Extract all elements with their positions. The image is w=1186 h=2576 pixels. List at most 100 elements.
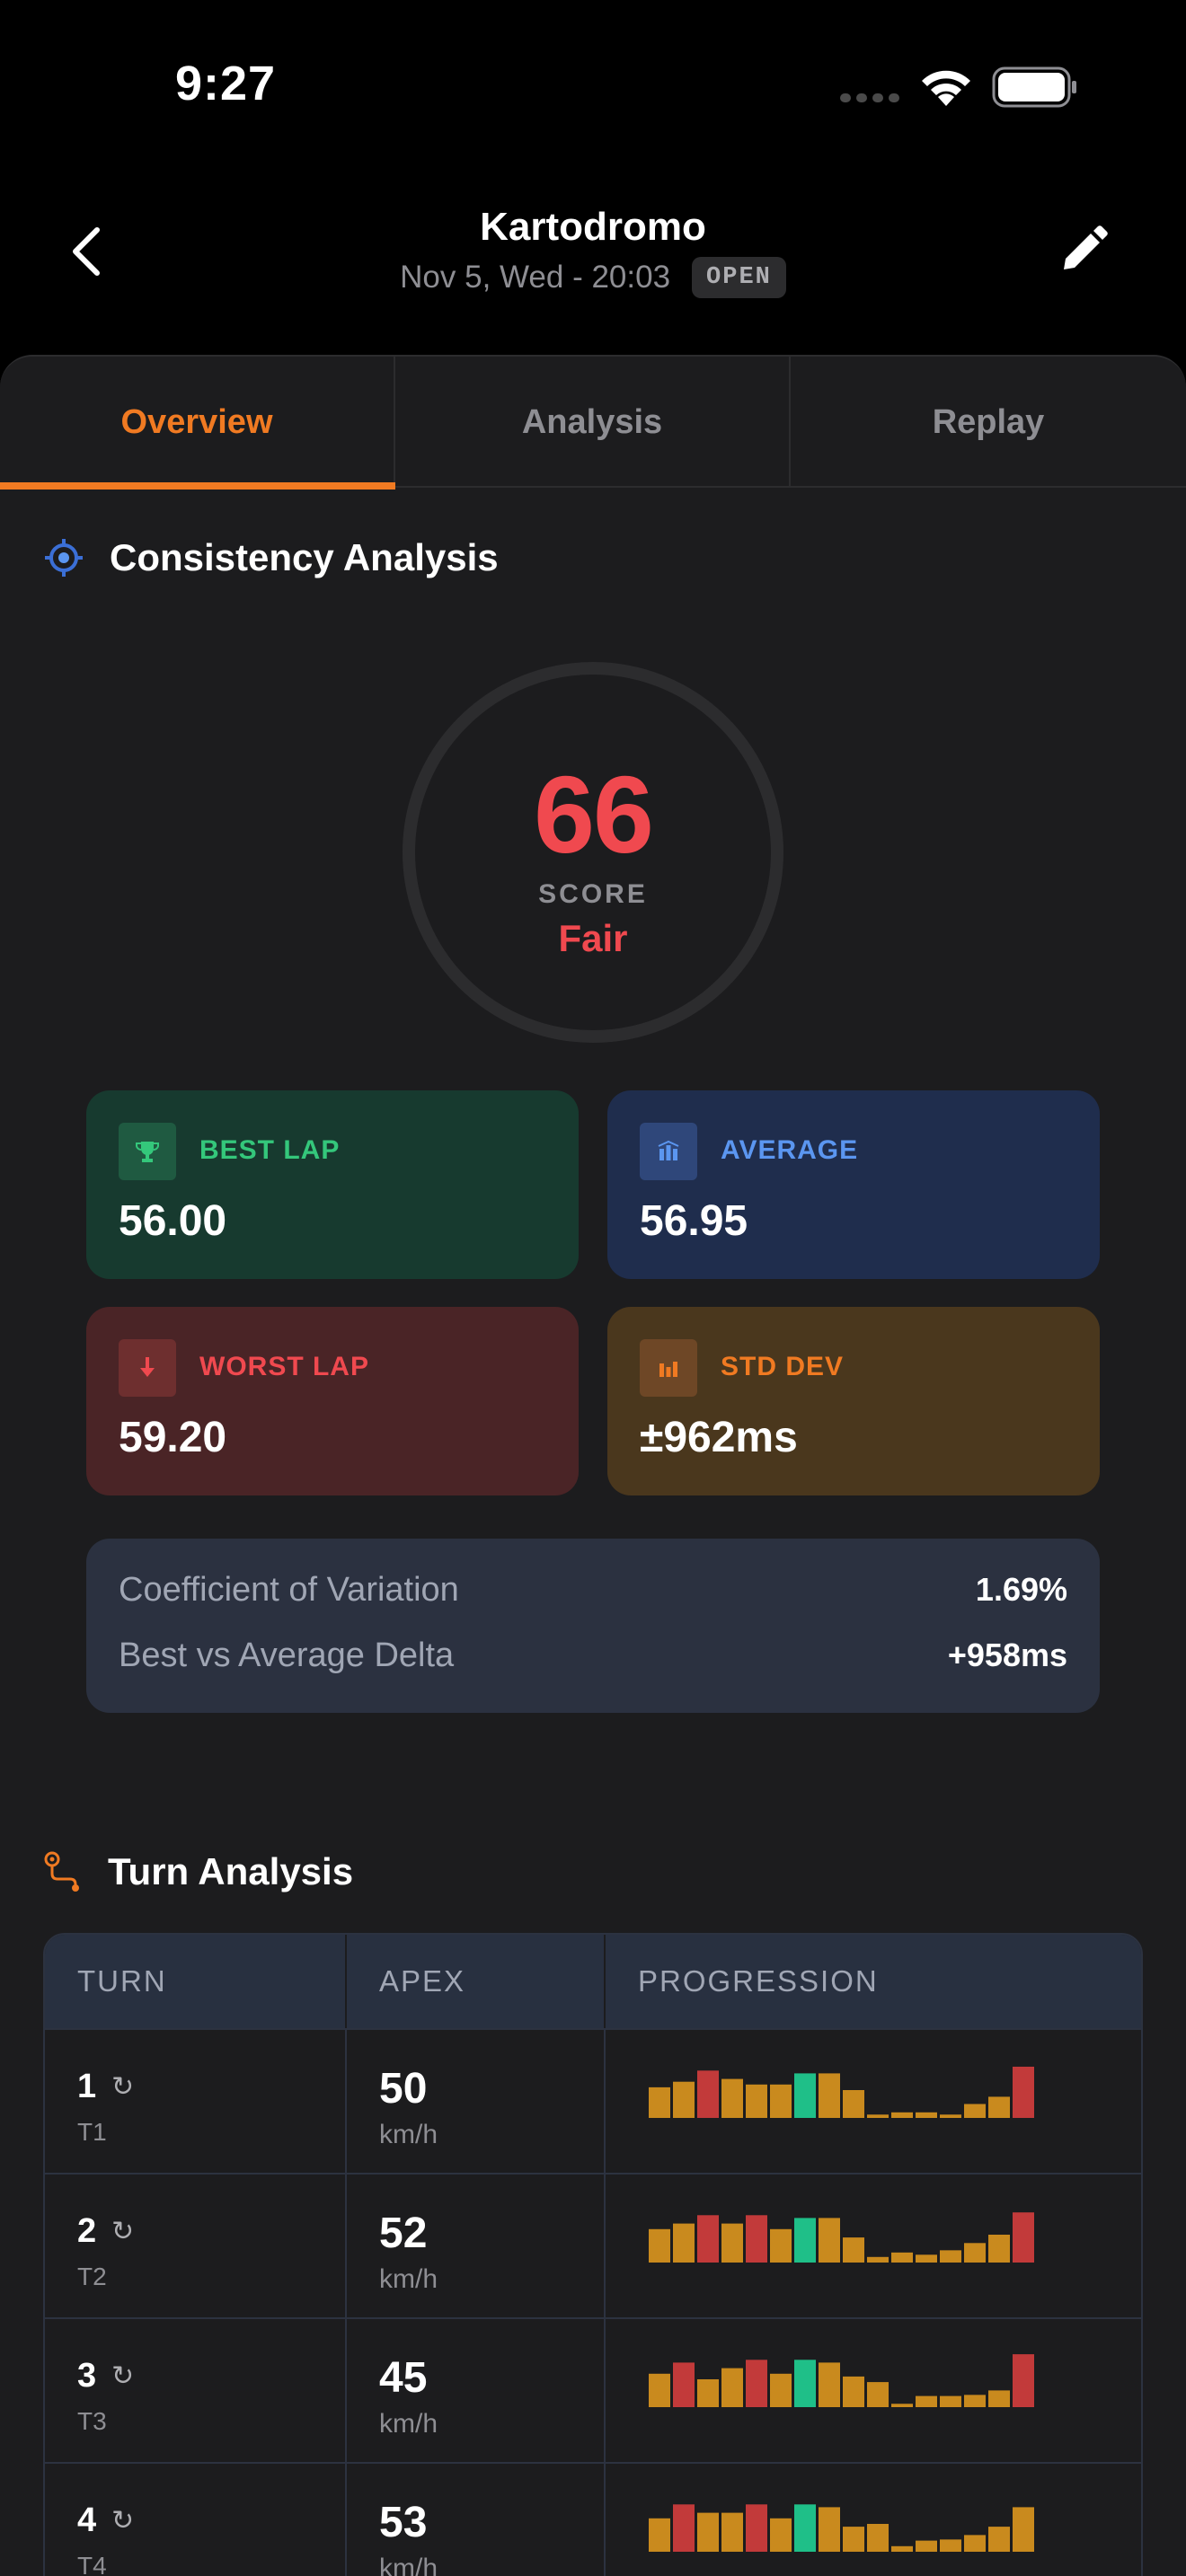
tab-overview[interactable]: Overview	[0, 357, 395, 490]
apex-cell: 45 km/h	[347, 2319, 606, 2463]
progression-bar	[1013, 2354, 1034, 2407]
progression-bar	[988, 2096, 1010, 2118]
metric-row: Best vs Average Delta +958ms	[119, 1636, 1067, 1675]
progression-bar	[916, 2254, 937, 2263]
apex-speed: 45	[379, 2354, 428, 2402]
progression-bar	[964, 2395, 986, 2407]
progression-bar	[843, 2527, 864, 2552]
progression-bar	[721, 2223, 743, 2263]
progression-bar	[721, 2368, 743, 2407]
apex-cell: 52 km/h	[347, 2175, 606, 2318]
progression-bar	[697, 2215, 719, 2263]
progression-bar	[649, 2228, 670, 2263]
consistency-metrics: Coefficient of Variation 1.69% Best vs Ave…	[86, 1539, 1100, 1713]
turn-name: T4	[77, 2552, 107, 2576]
score-value: 66	[534, 754, 654, 876]
worst-lap-value: 59.20	[119, 1414, 227, 1461]
progression-bar	[794, 2360, 816, 2407]
progression-bar	[819, 2218, 840, 2263]
progression-bar	[649, 2518, 670, 2552]
metric-row: Coefficient of Variation 1.69%	[119, 1571, 1067, 1610]
turn-direction-icon: ↻	[111, 2072, 135, 2102]
bar-chart-icon	[640, 1123, 697, 1180]
tab-replay[interactable]: Replay	[791, 357, 1186, 488]
progression-bar	[988, 2527, 1010, 2552]
apex-unit: km/h	[379, 2264, 438, 2294]
worst-lap-label: WORST LAP	[199, 1352, 369, 1381]
consistency-title: Consistency Analysis	[110, 536, 499, 578]
status-time: 9:27	[175, 57, 277, 110]
turn-number: 3	[77, 2357, 97, 2395]
progression-bar	[867, 2256, 889, 2263]
metric-value: 1.69%	[975, 1571, 1067, 1608]
progression-bar	[673, 2223, 695, 2263]
column-header-progression[interactable]: PROGRESSION	[606, 1935, 1141, 2028]
progression-cell	[606, 2319, 1141, 2463]
progression-bar	[964, 2104, 986, 2118]
progression-bar	[916, 2112, 937, 2118]
progression-bar	[891, 2112, 913, 2118]
turn-name: T2	[77, 2263, 107, 2290]
session-date: Nov 5, Wed - 20:03	[400, 260, 671, 295]
progression-bar	[940, 2395, 961, 2407]
turn-cell: 3 ↻ T3	[45, 2319, 347, 2463]
progression-bar	[746, 2360, 767, 2407]
apex-cell: 53 km/h	[347, 2464, 606, 2576]
progression-bar	[988, 2235, 1010, 2263]
table-row[interactable]: 2 ↻ T2 52 km/h	[45, 2173, 1141, 2318]
progression-bar	[964, 2243, 986, 2263]
wifi-icon	[922, 70, 970, 106]
table-row[interactable]: 3 ↻ T3 45 km/h	[45, 2317, 1141, 2463]
progression-bar	[673, 2504, 695, 2552]
progression-bar	[746, 2084, 767, 2118]
session-subtitle: Nov 5, Wed - 20:03 OPEN	[0, 257, 1186, 298]
column-header-turn[interactable]: TURN	[45, 1935, 347, 2028]
apex-unit: km/h	[379, 2554, 438, 2576]
progression-sparkline	[649, 2354, 1034, 2407]
progression-bar	[649, 2086, 670, 2118]
progression-bar	[916, 2395, 937, 2407]
progression-bar	[940, 2539, 961, 2552]
turn-cell: 4 ↻ T4	[45, 2464, 347, 2576]
std-dev-value: ±962ms	[640, 1414, 798, 1461]
score-rating: Fair	[558, 917, 628, 959]
turn-number: 1	[77, 2068, 97, 2105]
trophy-icon	[119, 1123, 176, 1180]
table-row[interactable]: 1 ↻ T1 50 km/h	[45, 2028, 1141, 2174]
pencil-icon[interactable]	[1058, 225, 1109, 275]
progression-bar	[988, 2390, 1010, 2407]
progression-bar	[697, 2070, 719, 2118]
progression-bar	[1013, 2066, 1034, 2118]
apex-speed: 52	[379, 2210, 428, 2257]
progression-bar	[673, 2362, 695, 2407]
status-bar: 9:27	[0, 0, 1186, 171]
turn-table: TURN APEX PROGRESSION 1 ↻ T1 50 km/h 2 ↻ T2 52 km…	[43, 1933, 1143, 2576]
progression-bar	[794, 2073, 816, 2118]
tab-bar: Overview Analysis Replay	[0, 357, 1186, 490]
route-pin-icon	[44, 1851, 79, 1892]
table-row[interactable]: 4 ↻ T4 53 km/h	[45, 2462, 1141, 2576]
target-icon	[45, 539, 83, 577]
std-dev-card: STD DEV ±962ms	[607, 1307, 1100, 1495]
best-lap-card: BEST LAP 56.00	[86, 1090, 579, 1279]
progression-bar	[819, 2362, 840, 2407]
progression-bar	[1013, 2507, 1034, 2552]
status-badge: OPEN	[692, 257, 786, 298]
battery-icon	[992, 66, 1076, 108]
progression-bar	[770, 2228, 792, 2263]
apex-unit: km/h	[379, 2409, 438, 2439]
progression-bar	[770, 2084, 792, 2118]
progression-bar	[697, 2512, 719, 2552]
progression-bar	[794, 2218, 816, 2263]
progression-bar	[916, 2540, 937, 2552]
turn-cell: 2 ↻ T2	[45, 2175, 347, 2318]
cellular-signal-icon	[840, 93, 899, 102]
content-sheet: Overview Analysis Replay Consistency Ana…	[0, 355, 1186, 2576]
progression-sparkline	[649, 2066, 1034, 2118]
tab-analysis[interactable]: Analysis	[395, 357, 791, 488]
progression-bar	[673, 2081, 695, 2118]
metric-label: Best vs Average Delta	[119, 1636, 455, 1674]
column-header-apex[interactable]: APEX	[347, 1935, 606, 2028]
progression-bar	[819, 2507, 840, 2552]
progression-cell	[606, 2175, 1141, 2318]
